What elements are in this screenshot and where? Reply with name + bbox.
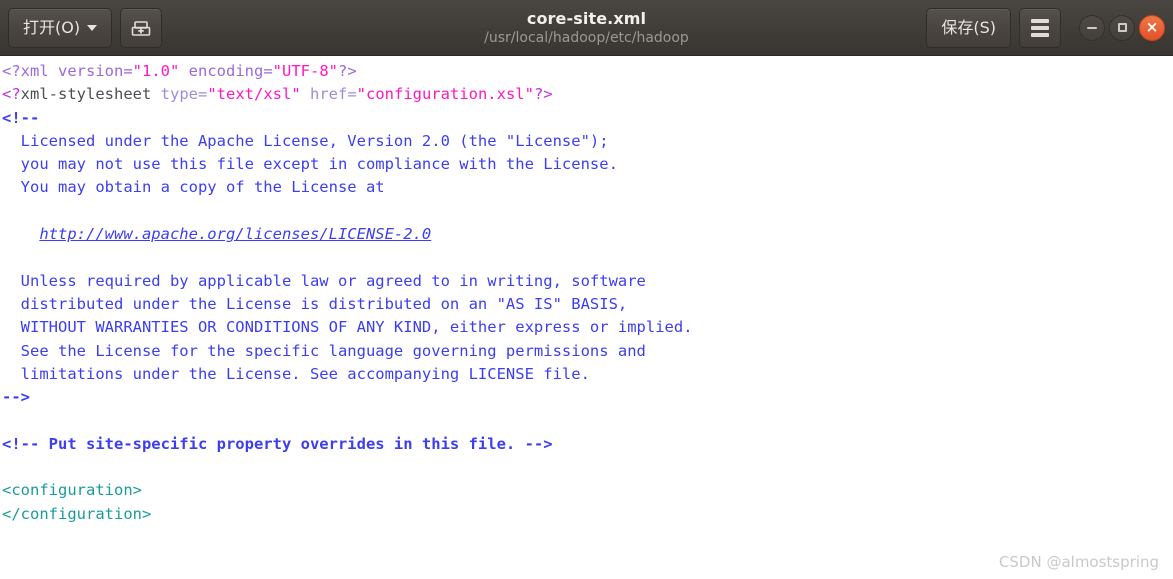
page-title: core-site.xml	[526, 8, 647, 28]
titlebar-right-controls: 保存(S) ×	[926, 7, 1165, 48]
open-file-button-label: 打开(O)	[23, 17, 81, 37]
code-token: You may obtain a copy of the License at	[2, 178, 385, 197]
code-line: distributed under the License is distrib…	[2, 293, 1173, 316]
watermark: CSDN @almostspring	[998, 553, 1159, 571]
code-content[interactable]: <?xml version="1.0" encoding="UTF-8"?> <?…	[2, 60, 1173, 526]
code-line: Licensed under the Apache License, Versi…	[2, 130, 1173, 153]
text-editor-window: 打开(O) core-site.xml /usr/local/hadoop/et…	[0, 0, 1173, 579]
code-line: <?xml version="1.0" encoding="UTF-8"?>	[2, 60, 1173, 83]
code-token: xml-stylesheet	[20, 85, 161, 104]
window-titlebar: 打开(O) core-site.xml /usr/local/hadoop/et…	[0, 0, 1173, 56]
code-token: <!--	[2, 108, 40, 127]
titlebar-left-controls: 打开(O)	[8, 7, 163, 48]
file-path-subtitle: /usr/local/hadoop/etc/hadoop	[484, 30, 689, 47]
close-icon: ×	[1145, 18, 1159, 36]
code-line: you may not use this file except in comp…	[2, 153, 1173, 176]
code-line: <configuration>	[2, 479, 1173, 502]
save-button[interactable]: 保存(S)	[926, 7, 1011, 48]
open-file-button[interactable]: 打开(O)	[8, 7, 113, 48]
minimize-icon	[1087, 26, 1097, 29]
maximize-icon	[1117, 23, 1127, 32]
code-token: -->	[2, 388, 30, 407]
code-token: </configuration>	[2, 504, 152, 523]
save-as-button[interactable]	[120, 7, 163, 48]
code-token: See the License for the specific languag…	[2, 341, 646, 360]
code-token: limitations under the License. See accom…	[2, 364, 590, 383]
close-button[interactable]: ×	[1139, 14, 1165, 41]
code-token: <configuration>	[2, 481, 142, 500]
code-line: http://www.apache.org/licenses/LICENSE-2…	[2, 223, 1173, 246]
window-controls: ×	[1079, 14, 1165, 41]
minimize-button[interactable]	[1079, 14, 1105, 41]
code-token: WITHOUT WARRANTIES OR CONDITIONS OF ANY …	[2, 318, 693, 337]
code-line: WITHOUT WARRANTIES OR CONDITIONS OF ANY …	[2, 316, 1173, 339]
save-button-label: 保存(S)	[941, 17, 996, 37]
code-token: "1.0"	[132, 62, 180, 80]
code-line: -->	[2, 386, 1173, 409]
code-line: Unless required by applicable law or agr…	[2, 270, 1173, 293]
code-token: <?xml version=	[2, 62, 133, 80]
code-token: "text/xsl"	[207, 85, 301, 104]
code-token: "UTF-8"	[272, 62, 338, 80]
code-token: type=	[160, 85, 208, 104]
code-line: See the License for the specific languag…	[2, 340, 1173, 363]
maximize-button[interactable]	[1109, 14, 1135, 41]
code-line: You may obtain a copy of the License at	[2, 176, 1173, 199]
save-as-icon	[131, 20, 151, 36]
code-token: Unless required by applicable law or agr…	[2, 271, 646, 290]
code-line: </configuration>	[2, 503, 1173, 526]
chevron-down-icon	[87, 24, 98, 31]
editor-area[interactable]: <?xml version="1.0" encoding="UTF-8"?> <?…	[0, 56, 1173, 579]
code-token: <?	[2, 85, 21, 104]
main-menu-button[interactable]	[1019, 7, 1061, 48]
code-token: you may not use this file except in comp…	[2, 155, 618, 174]
code-token: ?>	[533, 85, 553, 104]
code-line: <!--	[2, 107, 1173, 130]
code-line: <!-- Put site-specific property override…	[2, 433, 1173, 456]
code-token: distributed under the License is distrib…	[2, 294, 628, 313]
code-token: ?>	[337, 62, 357, 80]
code-token: <!-- Put site-specific property override…	[2, 434, 553, 453]
code-line: <?xml-stylesheet type="text/xsl" href="c…	[2, 83, 1173, 106]
code-line: limitations under the License. See accom…	[2, 363, 1173, 386]
code-token: Licensed under the Apache License, Versi…	[2, 131, 609, 150]
hamburger-menu-icon	[1031, 18, 1049, 37]
code-token: "configuration.xsl"	[356, 85, 534, 104]
code-token: http://www.apache.org/licenses/LICENSE-2…	[39, 225, 432, 244]
code-token: href=	[300, 85, 357, 104]
code-token: encoding=	[179, 62, 273, 80]
